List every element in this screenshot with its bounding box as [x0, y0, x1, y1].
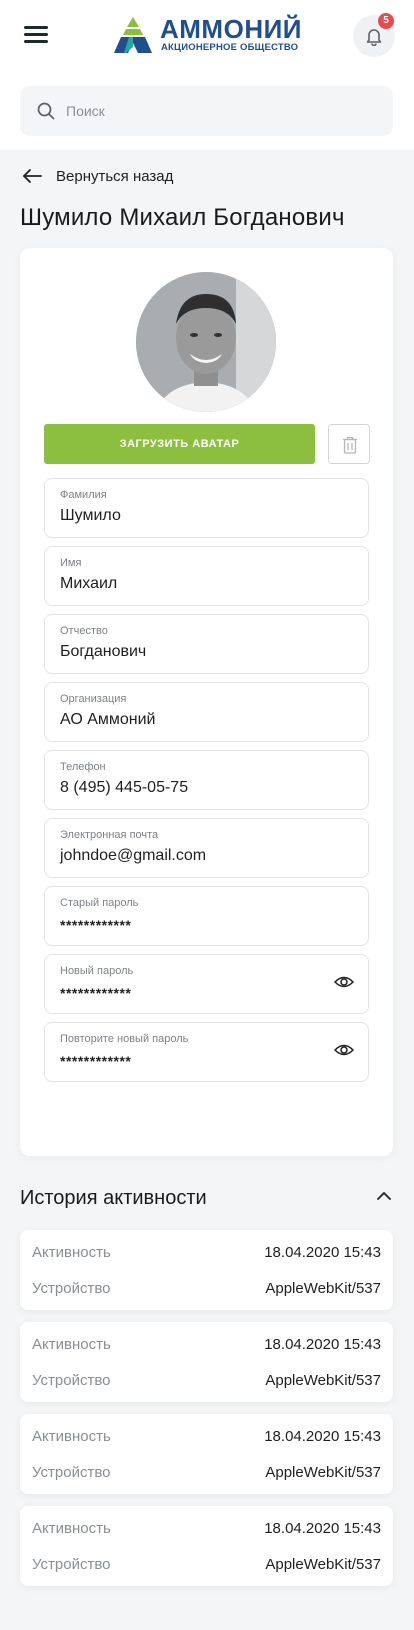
field-label: Электронная почта: [60, 829, 159, 841]
activity-label: Активность: [32, 1428, 111, 1445]
activity-value: 18.04.2020 15:43: [264, 1244, 381, 1261]
activity-value: 18.04.2020 15:43: [264, 1336, 381, 1353]
avatar: [136, 272, 276, 412]
field-value: ************: [60, 1053, 132, 1069]
device-value: AppleWebKit/537: [265, 1464, 381, 1481]
eye-icon[interactable]: [334, 975, 354, 989]
trash-icon: [343, 436, 357, 454]
delete-avatar-button[interactable]: [328, 424, 370, 464]
organization-field[interactable]: Организация АО Аммоний: [44, 682, 369, 742]
chevron-up-icon[interactable]: [377, 1191, 391, 1200]
field-value: johndoe@gmail.com: [60, 847, 207, 864]
new-password-field[interactable]: Новый пароль ************: [44, 954, 369, 1014]
field-label: Повторите новый пароль: [60, 1033, 189, 1045]
company-logo[interactable]: АММОНИЙ АКЦИОНЕРНОЕ ОБЩЕСТВО: [114, 15, 301, 55]
history-item: Активность 18.04.2020 15:43 Устройство App…: [20, 1414, 393, 1494]
field-label: Организация: [60, 693, 127, 705]
device-label: Устройство: [32, 1280, 111, 1297]
device-label: Устройство: [32, 1464, 111, 1481]
field-value: АО Аммоний: [60, 711, 156, 728]
bell-icon: [366, 29, 382, 46]
activity-label: Активность: [32, 1244, 111, 1261]
last-name-field[interactable]: Фамилия Шумило: [44, 478, 369, 538]
page-title: Шумило Михаил Богданович: [20, 204, 345, 231]
field-label: Телефон: [60, 761, 106, 773]
activity-label: Активность: [32, 1520, 111, 1537]
search-icon: [37, 102, 55, 120]
device-label: Устройство: [32, 1372, 111, 1389]
avatar-photo: [136, 272, 276, 412]
back-label: Вернуться назад: [56, 167, 174, 185]
field-label: Старый пароль: [60, 897, 139, 909]
device-value: AppleWebKit/537: [265, 1372, 381, 1389]
logo-subtitle: АКЦИОНЕРНОЕ ОБЩЕСТВО: [161, 42, 299, 53]
logo-title: АММОНИЙ: [160, 14, 302, 44]
search-input[interactable]: [66, 86, 376, 136]
repeat-password-field[interactable]: Повторите новый пароль ************: [44, 1022, 369, 1082]
field-value: Богданович: [60, 643, 147, 660]
upload-avatar-button[interactable]: ЗАГРУЗИТЬ АВАТАР: [44, 424, 315, 464]
back-link[interactable]: Вернуться назад: [22, 164, 173, 188]
arrow-left-icon: [23, 169, 42, 183]
activity-value: 18.04.2020 15:43: [264, 1520, 381, 1537]
search-box: [20, 86, 393, 136]
history-item: Активность 18.04.2020 15:43 Устройство App…: [20, 1322, 393, 1402]
email-field[interactable]: Электронная почта johndoe@gmail.com: [44, 818, 369, 878]
phone-field[interactable]: Телефон 8 (495) 445-05-75: [44, 750, 369, 810]
app-header: АММОНИЙ АКЦИОНЕРНОЕ ОБЩЕСТВО 5: [0, 0, 414, 72]
field-label: Фамилия: [60, 489, 107, 501]
field-value: Михаил: [60, 575, 118, 592]
menu-icon[interactable]: [24, 25, 48, 45]
history-item: Активность 18.04.2020 15:43 Устройство App…: [20, 1230, 393, 1310]
field-value: Шумило: [60, 507, 121, 524]
notification-badge: 5: [378, 13, 394, 29]
first-name-field[interactable]: Имя Михаил: [44, 546, 369, 606]
device-value: AppleWebKit/537: [265, 1280, 381, 1297]
history-item: Активность 18.04.2020 15:43 Устройство App…: [20, 1506, 393, 1586]
field-value: ************: [60, 917, 132, 933]
field-value: ************: [60, 985, 132, 1001]
device-label: Устройство: [32, 1556, 111, 1573]
eye-icon[interactable]: [334, 1043, 354, 1057]
patronymic-field[interactable]: Отчество Богданович: [44, 614, 369, 674]
logo-mark-icon: [114, 17, 152, 53]
history-title: История активности: [20, 1187, 207, 1209]
activity-label: Активность: [32, 1336, 111, 1353]
profile-card: ЗАГРУЗИТЬ АВАТАР Фамилия Шумило Имя Миха…: [20, 248, 393, 1156]
field-label: Новый пароль: [60, 965, 134, 977]
field-label: Имя: [60, 557, 82, 569]
field-label: Отчество: [60, 625, 108, 637]
field-value: 8 (495) 445-05-75: [60, 779, 189, 796]
old-password-field[interactable]: Старый пароль ************: [44, 886, 369, 946]
device-value: AppleWebKit/537: [265, 1556, 381, 1573]
activity-value: 18.04.2020 15:43: [264, 1428, 381, 1445]
search-area: [0, 72, 414, 150]
